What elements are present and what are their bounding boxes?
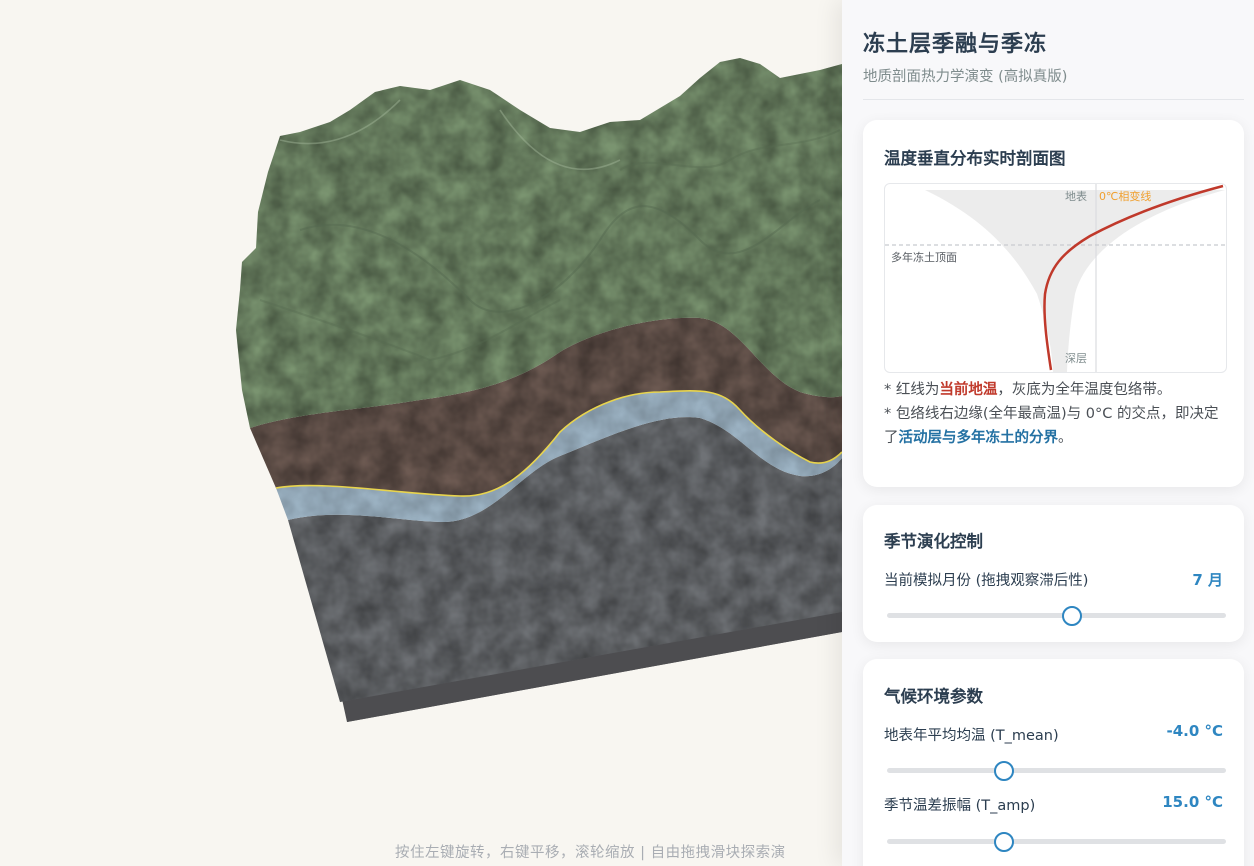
tmean-value: -4.0 °C: [1166, 722, 1223, 740]
boundary-note: * 包络线右边缘(全年最高温)与 0°C 的交点，即决定了活动层与多年冻土的分界…: [884, 402, 1230, 450]
boundary-highlight: 活动层与多年冻土的分界: [898, 430, 1059, 446]
panel-divider: [863, 99, 1244, 100]
panel-subtitle: 地质剖面热力学演变 (高拟真版): [863, 69, 1068, 85]
current-temp-highlight: 当前地温: [939, 382, 998, 398]
controls-hint: 按住左键旋转，右键平移，滚轮缩放 | 自由拖拽滑块探索演: [395, 845, 786, 861]
month-slider-thumb[interactable]: [1061, 606, 1082, 626]
tamp-slider-thumb[interactable]: [993, 832, 1014, 852]
profile-card: 温度垂直分布实时剖面图 地表 0℃相变线 多年冻土顶面 深层 * 红线为当前地温…: [863, 120, 1244, 487]
surface-label: 地表: [1065, 189, 1087, 203]
season-card: 季节演化控制 当前模拟月份 (拖拽观察滞后性) 7 月: [863, 505, 1244, 642]
profile-card-title: 温度垂直分布实时剖面图: [884, 149, 1066, 168]
control-panel: 冻土层季融与季冻 地质剖面热力学演变 (高拟真版) 温度垂直分布实时剖面图 地表…: [842, 0, 1254, 866]
note-suffix: 。: [1058, 430, 1073, 446]
season-card-title: 季节演化控制: [884, 532, 983, 551]
tmean-slider[interactable]: [887, 761, 1226, 781]
month-label: 当前模拟月份 (拖拽观察滞后性): [884, 573, 1089, 589]
tamp-value: 15.0 °C: [1162, 793, 1223, 811]
climate-card: 气候环境参数 地表年平均均温 (T_mean) -4.0 °C 季节温差振幅 (…: [863, 659, 1244, 866]
legend-note: * 红线为当前地温，灰底为全年温度包络带。: [884, 378, 1230, 402]
tmean-slider-thumb[interactable]: [993, 761, 1014, 781]
temperature-profile-chart: 地表 0℃相变线 多年冻土顶面 深层: [884, 183, 1227, 373]
note-suffix: ，灰底为全年温度包络带。: [997, 382, 1172, 398]
annual-envelope-band: [925, 190, 1225, 372]
permafrost-top-label: 多年冻土顶面: [891, 250, 957, 264]
panel-title: 冻土层季融与季冻: [863, 32, 1048, 57]
month-value: 7 月: [1192, 571, 1223, 589]
zero-line-label: 0℃相变线: [1099, 189, 1151, 203]
note-prefix: * 红线为: [884, 382, 940, 398]
month-slider[interactable]: [887, 606, 1226, 626]
tamp-label: 季节温差振幅 (T_amp): [884, 798, 1036, 814]
climate-card-title: 气候环境参数: [884, 687, 983, 706]
tmean-label: 地表年平均均温 (T_mean): [884, 728, 1059, 744]
deep-label: 深层: [1065, 352, 1087, 365]
tamp-slider[interactable]: [887, 832, 1226, 852]
